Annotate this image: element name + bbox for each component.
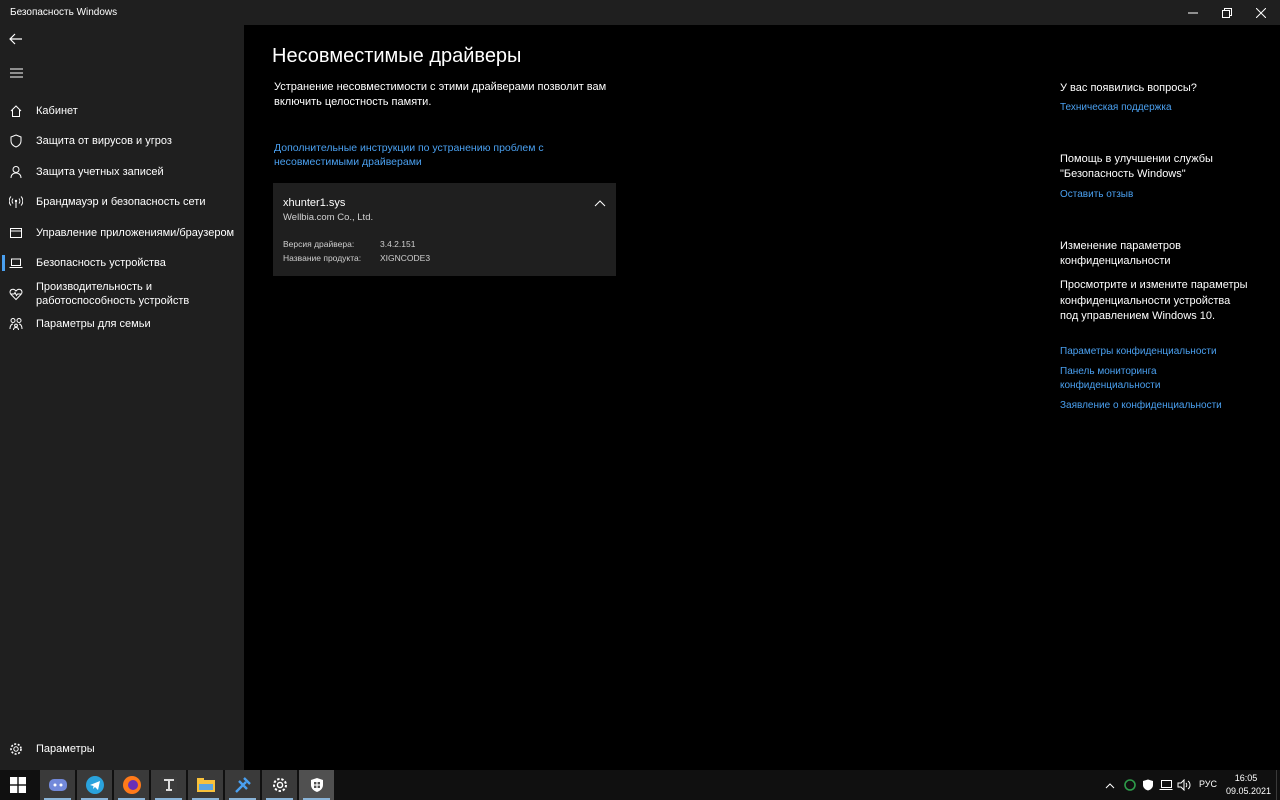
- troubleshooting-link[interactable]: Дополнительные инструкции по устранению …: [274, 141, 574, 169]
- start-button[interactable]: [0, 770, 36, 800]
- title-bar: Безопасность Windows: [0, 0, 1280, 25]
- sidebar-item-app-browser-control[interactable]: Управление приложениями/браузером: [0, 225, 244, 241]
- tray-green-circle-icon[interactable]: [1123, 777, 1137, 793]
- tray-security-shield-icon[interactable]: [1141, 777, 1155, 793]
- privacy-dashboard-link[interactable]: Панель мониторинга конфиденциальности: [1060, 365, 1190, 393]
- app-window-icon: [8, 225, 24, 241]
- taskbar-discord[interactable]: [39, 770, 75, 800]
- sidebar-item-virus-protection[interactable]: Защита от вирусов и угроз: [0, 133, 244, 149]
- driver-version-value: 3.4.2.151: [380, 239, 416, 249]
- hamburger-icon: [9, 68, 23, 78]
- discord-icon: [48, 779, 67, 791]
- close-button[interactable]: [1244, 0, 1278, 25]
- back-button[interactable]: [6, 29, 26, 49]
- sidebar-item-label: Параметры: [36, 743, 95, 755]
- questions-heading: У вас появились вопросы?: [1060, 82, 1197, 94]
- main-content: Несовместимые драйверы Устранение несовм…: [244, 25, 1280, 770]
- sidebar-item-label: Защита от вирусов и угроз: [36, 135, 172, 147]
- tool-icon: [234, 777, 251, 793]
- heart-pulse-icon: [8, 286, 24, 302]
- file-explorer-icon: [196, 778, 215, 792]
- chevron-up-icon[interactable]: [592, 195, 608, 211]
- clock-date: 09.05.2021: [1226, 786, 1272, 796]
- taskbar-tool[interactable]: [224, 770, 260, 800]
- sidebar-item-label: Кабинет: [36, 105, 78, 117]
- person-icon: [8, 164, 24, 180]
- minimize-button[interactable]: [1176, 0, 1210, 25]
- laptop-icon: [8, 255, 24, 271]
- feedback-link[interactable]: Оставить отзыв: [1060, 188, 1250, 202]
- window-title: Безопасность Windows: [10, 7, 118, 18]
- improve-heading: Помощь в улучшении службы "Безопасность …: [1060, 153, 1213, 180]
- family-icon: [8, 316, 24, 332]
- sidebar-item-device-performance[interactable]: Производительность и работоспособность у…: [0, 279, 244, 309]
- privacy-heading: Изменение параметров конфиденциальности: [1060, 240, 1181, 267]
- restore-button[interactable]: [1210, 0, 1244, 25]
- minimize-icon: [1188, 12, 1198, 13]
- close-icon: [1256, 7, 1266, 18]
- privacy-settings-link[interactable]: Параметры конфиденциальности: [1060, 345, 1250, 359]
- wifi-antenna-icon: [8, 194, 24, 210]
- privacy-description: Просмотрите и измените параметры конфиде…: [1060, 279, 1248, 322]
- driver-version-label: Версия драйвера:: [283, 239, 355, 249]
- driver-card[interactable]: xhunter1.sys Wellbia.com Co., Ltd. Верси…: [273, 183, 616, 276]
- sidebar-item-settings[interactable]: Параметры: [0, 741, 244, 757]
- settings-gear-icon: [272, 778, 287, 792]
- sidebar-item-device-security[interactable]: Безопасность устройства: [0, 255, 244, 271]
- gear-icon: [8, 741, 24, 757]
- product-name-value: XIGNCODE3: [380, 253, 431, 263]
- taskbar-firefox[interactable]: [113, 770, 149, 800]
- product-name-label: Название продукта:: [283, 253, 362, 263]
- hamburger-menu-button[interactable]: [6, 63, 26, 83]
- tray-network-icon[interactable]: [1159, 777, 1173, 793]
- windows-security-icon: [310, 778, 323, 792]
- sidebar-item-label: Безопасность устройства: [36, 257, 166, 269]
- tray-volume-icon[interactable]: [1177, 777, 1191, 793]
- sidebar-item-label: Параметры для семьи: [36, 318, 151, 330]
- shield-icon: [8, 133, 24, 149]
- sidebar-item-account-protection[interactable]: Защита учетных записей: [0, 164, 244, 180]
- page-description: Устранение несовместимости с этими драйв…: [274, 81, 607, 108]
- taskbar: РУС 16:05 09.05.2021: [0, 770, 1280, 800]
- page-title: Несовместимые драйверы: [272, 45, 522, 67]
- windows-logo-icon: [10, 777, 26, 793]
- sidebar-item-label: Защита учетных записей: [36, 166, 164, 178]
- active-indicator: [2, 255, 5, 271]
- sidebar-item-home[interactable]: Кабинет: [0, 103, 244, 119]
- taskbar-settings[interactable]: [261, 770, 297, 800]
- telegram-icon: [85, 776, 104, 794]
- back-arrow-icon: [9, 33, 22, 45]
- driver-name: xhunter1.sys: [283, 197, 346, 209]
- sidebar: Кабинет Защита от вирусов и угроз Защита…: [0, 25, 244, 770]
- clock-time: 16:05: [1234, 773, 1258, 783]
- firefox-icon: [122, 776, 141, 794]
- taskbar-windows-security[interactable]: [298, 770, 334, 800]
- taskbar-world-of-tanks[interactable]: [150, 770, 186, 800]
- sidebar-item-label: Управление приложениями/браузером: [36, 227, 235, 239]
- sidebar-item-label: Производительность и работоспособность у…: [36, 281, 190, 307]
- home-icon: [8, 103, 24, 119]
- taskbar-telegram[interactable]: [76, 770, 112, 800]
- support-link[interactable]: Техническая поддержка: [1060, 101, 1250, 115]
- sidebar-item-firewall[interactable]: Брандмауэр и безопасность сети: [0, 194, 244, 210]
- world-of-tanks-icon: [160, 777, 177, 793]
- restore-icon: [1222, 7, 1232, 18]
- sidebar-item-family-options[interactable]: Параметры для семьи: [0, 316, 244, 332]
- privacy-statement-link[interactable]: Заявление о конфиденциальности: [1060, 399, 1250, 413]
- clock[interactable]: 16:05 09.05.2021: [1226, 772, 1272, 798]
- language-indicator[interactable]: РУС: [1199, 779, 1217, 789]
- sidebar-item-label: Брандмауэр и безопасность сети: [36, 196, 206, 208]
- driver-vendor: Wellbia.com Co., Ltd.: [283, 212, 374, 223]
- tray-overflow-chevron-up-icon[interactable]: [1103, 777, 1117, 793]
- taskbar-file-explorer[interactable]: [187, 770, 223, 800]
- show-desktop-button[interactable]: [1276, 770, 1280, 800]
